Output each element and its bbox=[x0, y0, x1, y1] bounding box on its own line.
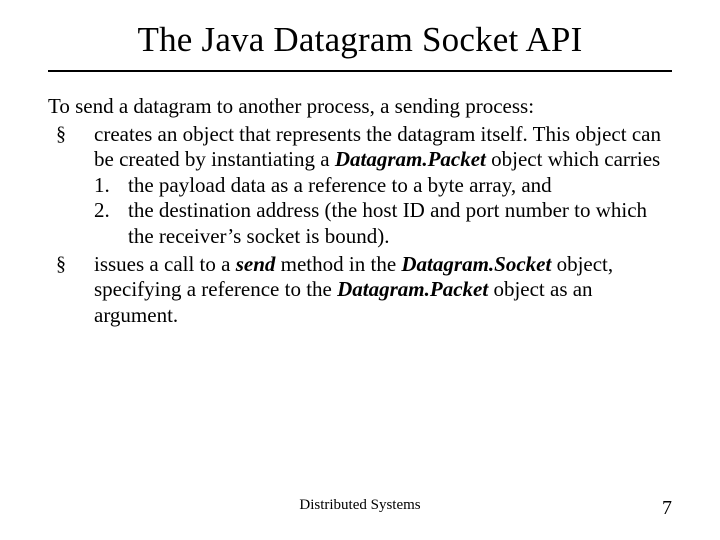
bullet-item: issues a call to a send method in the Da… bbox=[48, 252, 672, 329]
bullet-text: method in the bbox=[275, 252, 401, 276]
slide-title: The Java Datagram Socket API bbox=[48, 20, 672, 72]
bullet-list: creates an object that represents the da… bbox=[48, 122, 672, 329]
slide-footer: Distributed Systems 7 bbox=[0, 497, 720, 520]
numbered-item: the destination address (the host ID and… bbox=[94, 198, 672, 249]
numbered-item: the payload data as a reference to a byt… bbox=[94, 173, 672, 199]
bullet-text: object which carries bbox=[486, 147, 660, 171]
numbered-list: the payload data as a reference to a byt… bbox=[94, 173, 672, 250]
class-name: Datagram.Socket bbox=[401, 252, 551, 276]
bullet-text: issues a call to a bbox=[94, 252, 236, 276]
intro-text: To send a datagram to another process, a… bbox=[48, 94, 672, 120]
class-name: Datagram.Packet bbox=[337, 277, 488, 301]
method-name: send bbox=[236, 252, 276, 276]
bullet-item: creates an object that represents the da… bbox=[48, 122, 672, 250]
class-name: Datagram.Packet bbox=[335, 147, 486, 171]
page-number: 7 bbox=[662, 497, 672, 520]
footer-center: Distributed Systems bbox=[299, 497, 420, 514]
